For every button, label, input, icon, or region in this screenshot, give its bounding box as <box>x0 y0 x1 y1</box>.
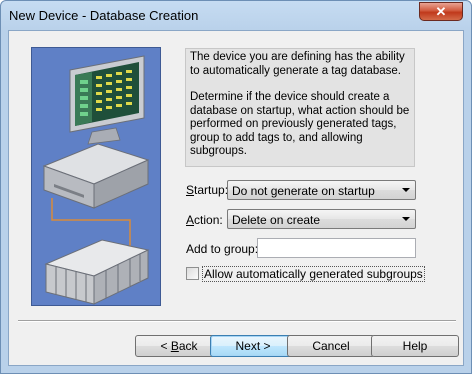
allow-subgroups-checkbox[interactable] <box>186 267 199 280</box>
startup-label-mnemonic: S <box>186 183 195 197</box>
back-button-rest: ack <box>178 339 198 353</box>
close-button[interactable]: ✕ <box>419 2 463 21</box>
close-icon: ✕ <box>435 4 447 19</box>
action-label: Action: <box>186 213 223 227</box>
dialog-window: New Device - Database Creation ✕ The dev… <box>0 0 472 374</box>
dialog-client-area: The device you are defining has the abil… <box>8 30 464 366</box>
chevron-down-icon <box>402 188 410 192</box>
chevron-down-icon <box>402 217 410 221</box>
title-bar[interactable]: New Device - Database Creation ✕ <box>1 1 471 31</box>
next-button[interactable]: Next > <box>210 335 296 357</box>
separator-line <box>18 320 456 322</box>
computer-and-plc-illustration <box>31 47 161 306</box>
startup-label-rest: tartup: <box>194 183 229 197</box>
description-paragraph-2: Determine if the device should create a … <box>190 91 410 157</box>
back-button-prefix: < <box>160 339 171 353</box>
add-to-group-label: Add to group: <box>186 242 259 256</box>
startup-dropdown-value: Do not generate on startup <box>232 184 375 198</box>
illustration-svg <box>32 48 160 305</box>
action-label-rest: ction: <box>194 213 223 227</box>
description-panel: The device you are defining has the abil… <box>185 48 415 167</box>
startup-label: Startup: <box>186 183 228 197</box>
add-to-group-input[interactable] <box>257 238 416 258</box>
action-dropdown-value: Delete on create <box>232 213 321 227</box>
back-button-mnemonic: B <box>170 339 179 353</box>
allow-subgroups-label[interactable]: Allow automatically generated subgroups <box>202 266 425 282</box>
description-paragraph-1: The device you are defining has the abil… <box>190 51 405 77</box>
help-button[interactable]: Help <box>371 335 459 357</box>
cancel-button[interactable]: Cancel <box>287 335 375 357</box>
action-label-mnemonic: A <box>186 213 195 227</box>
action-dropdown[interactable]: Delete on create <box>227 209 416 229</box>
window-title: New Device - Database Creation <box>9 8 199 23</box>
startup-dropdown[interactable]: Do not generate on startup <box>227 180 416 200</box>
